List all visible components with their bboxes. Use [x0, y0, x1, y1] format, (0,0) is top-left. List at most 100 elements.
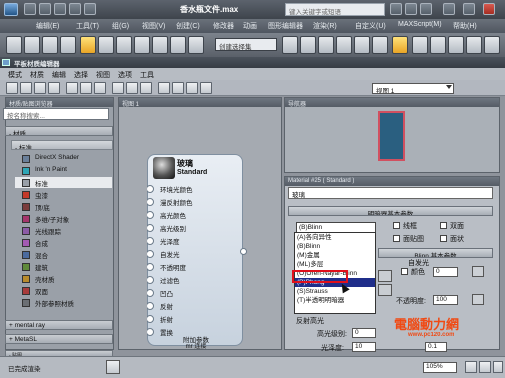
search-icon[interactable] [390, 3, 402, 15]
self-illum-spinner[interactable]: 0 [433, 267, 458, 277]
rotate-icon[interactable] [134, 36, 150, 54]
minimize-icon[interactable] [443, 3, 455, 15]
app-logo-icon[interactable] [4, 3, 18, 16]
node-slot-specular[interactable]: 高光颜色 [147, 209, 243, 221]
save-icon[interactable] [54, 3, 66, 15]
menu-group[interactable]: 组(G) [112, 21, 129, 31]
socket-icon[interactable] [147, 250, 154, 258]
socket-icon[interactable] [147, 211, 154, 219]
node-slot-ambient[interactable]: 环境光颜色 [147, 183, 243, 195]
node-slot-filter[interactable]: 过滤色 [147, 274, 243, 286]
shader-option-metal[interactable]: (M)金属 [295, 251, 375, 260]
socket-icon[interactable] [147, 276, 154, 284]
soften-spinner[interactable]: 0.1 [425, 342, 447, 352]
render-setup-icon[interactable] [412, 36, 428, 54]
view-dropdown[interactable]: 视图 1 [372, 83, 454, 94]
faceted-checkbox[interactable] [440, 235, 447, 242]
schematic-view-icon[interactable] [372, 36, 388, 54]
subgroup-standard[interactable]: - 标准 [11, 140, 113, 150]
browser-item-blend[interactable]: 混合 [15, 249, 112, 260]
menu-customize[interactable]: 自定义(U) [355, 21, 386, 31]
material-editor-icon[interactable] [392, 36, 408, 54]
layout-children-icon[interactable] [126, 82, 138, 94]
open-file-icon[interactable] [39, 3, 51, 15]
opacity-spinner[interactable]: 100 [433, 295, 458, 305]
self-illum-color-checkbox[interactable] [401, 268, 408, 275]
browser-item-composite[interactable]: 合成 [15, 237, 112, 248]
maximize-icon[interactable] [463, 3, 475, 15]
menu-modifiers[interactable]: 修改器 [213, 21, 234, 31]
node-slot-diffuse[interactable]: 漫反射颜色 [147, 196, 243, 208]
zoom-icon[interactable] [465, 361, 477, 373]
socket-icon[interactable] [147, 263, 154, 271]
close-icon[interactable] [483, 3, 495, 15]
material-map-navigator-icon[interactable] [172, 82, 184, 94]
wire-checkbox[interactable] [393, 222, 400, 229]
zoom-extents-icon[interactable] [106, 360, 120, 374]
redo-icon[interactable] [84, 3, 96, 15]
browser-item-top-bottom[interactable]: 顶/底 [15, 201, 112, 212]
slate-menu-select[interactable]: 选择 [74, 70, 88, 80]
socket-icon[interactable] [147, 315, 154, 323]
browser-item-raytrace[interactable]: 光线跟踪 [15, 225, 112, 236]
select-object-icon[interactable] [80, 36, 96, 54]
menu-views[interactable]: 视图(V) [142, 21, 165, 31]
shader-option-blinn[interactable]: (B)Blinn [295, 242, 375, 251]
preview-icon[interactable] [200, 82, 212, 94]
slate-menu-tools[interactable]: 工具 [140, 70, 154, 80]
new-file-icon[interactable] [24, 3, 36, 15]
zoom-field[interactable]: 105% [423, 362, 457, 373]
scale-icon[interactable] [152, 36, 168, 54]
slate-menu-view[interactable]: 视图 [96, 70, 110, 80]
slate-menu-material[interactable]: 材质 [30, 70, 44, 80]
socket-icon[interactable] [147, 237, 154, 245]
layout-all-icon[interactable] [112, 82, 124, 94]
pan-icon[interactable] [479, 361, 491, 373]
socket-icon[interactable] [147, 289, 154, 297]
render-activeshade-icon[interactable] [484, 36, 500, 54]
unlink-icon[interactable] [42, 36, 58, 54]
render-production-icon[interactable] [448, 36, 464, 54]
opacity-map-button[interactable] [472, 294, 484, 305]
bind-spacewarp-icon[interactable] [60, 36, 76, 54]
node-slot-reflection[interactable]: 反射 [147, 300, 243, 312]
show-map-icon[interactable] [94, 82, 106, 94]
node-footer-mr[interactable]: mr 连接 [166, 341, 226, 350]
menu-maxscript[interactable]: MAXScript(M) [398, 21, 442, 28]
hide-unused-icon[interactable] [80, 82, 92, 94]
browser-item-double-sided[interactable]: 双面 [15, 285, 112, 296]
shader-option-anisotropic[interactable]: (A)各向异性 [295, 233, 375, 242]
slate-menu-mode[interactable]: 模式 [8, 70, 22, 80]
rollout-shader-basic[interactable]: 明暗器基本参数 [288, 206, 493, 216]
shader-option-multi-layer[interactable]: (ML)多层 [295, 260, 375, 269]
zoom-region-icon[interactable] [493, 361, 503, 373]
node-slot-opacity[interactable]: 不透明度 [147, 261, 243, 273]
undo-tool-icon[interactable] [6, 36, 22, 54]
select-by-name-icon[interactable] [98, 36, 114, 54]
browser-item-directx[interactable]: DirectX Shader [15, 153, 112, 164]
menu-animation[interactable]: 动画 [243, 21, 257, 31]
assign-material-icon[interactable] [34, 82, 46, 94]
pick-material-icon[interactable] [6, 82, 18, 94]
layer-manager-icon[interactable] [318, 36, 334, 54]
rollout-blinn-basic[interactable]: Blinn 基本参数 [378, 248, 493, 258]
menu-tools[interactable]: 工具(T) [76, 21, 99, 31]
socket-icon[interactable] [147, 302, 154, 310]
move-icon[interactable] [116, 36, 132, 54]
node-slot-self-illum[interactable]: 自发光 [147, 248, 243, 260]
glossiness-spinner[interactable]: 10 [352, 342, 376, 352]
slate-menu-edit[interactable]: 编辑 [52, 70, 66, 80]
curve-editor-icon[interactable] [354, 36, 370, 54]
socket-icon[interactable] [147, 328, 154, 336]
align-icon[interactable] [300, 36, 316, 54]
browser-item-standard[interactable]: 标准 [15, 177, 112, 188]
star-icon[interactable] [420, 3, 432, 15]
output-socket-icon[interactable] [240, 248, 247, 255]
browser-search-input[interactable]: 按名称搜索... [3, 108, 109, 120]
angle-snap-icon[interactable] [188, 36, 204, 54]
snap-toggle-icon[interactable] [170, 36, 186, 54]
material-name-field[interactable]: 玻璃 [288, 187, 493, 199]
menu-rendering[interactable]: 渲染(R) [313, 21, 337, 31]
ambient-swatch[interactable] [378, 270, 392, 282]
shader-option-translucent[interactable]: (T)半透明明暗器 [295, 296, 375, 305]
